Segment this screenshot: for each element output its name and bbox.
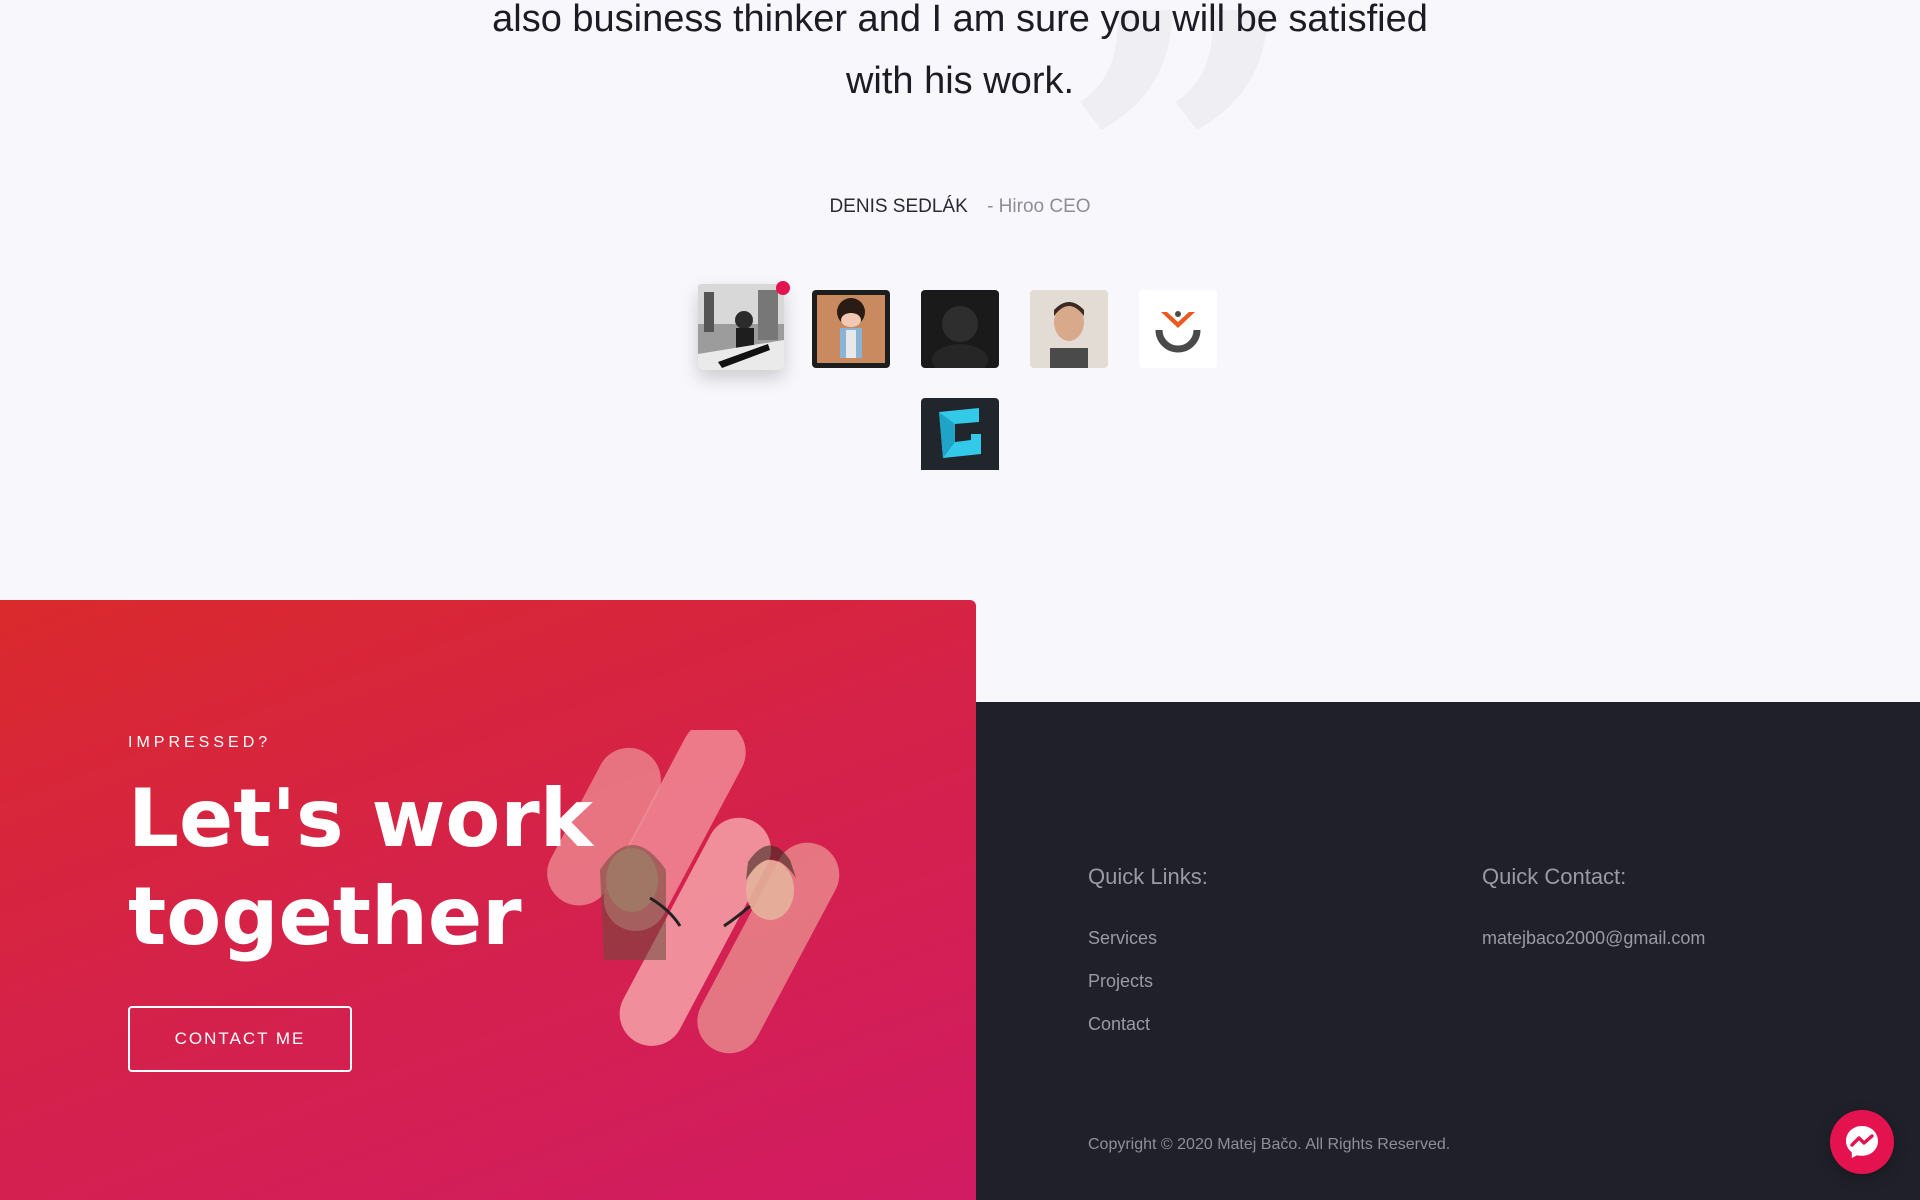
client-avatar-1[interactable] bbox=[698, 284, 784, 370]
testimonial-author: DENIS SEDLÁK - Hiroo CEO bbox=[0, 196, 1920, 218]
cta-panel: IMPRESSED? Let's work together CONTACT M… bbox=[0, 600, 976, 1200]
quote-line-1: also business thinker and I am sure you … bbox=[492, 0, 1428, 40]
footer-link-services[interactable]: Services bbox=[1088, 928, 1157, 949]
cta-eyebrow: IMPRESSED? bbox=[128, 734, 272, 751]
cta-headline-line-2: together bbox=[128, 870, 522, 963]
contact-me-button[interactable]: CONTACT ME bbox=[128, 1006, 352, 1072]
client-avatar-3[interactable] bbox=[921, 290, 999, 368]
quick-links-title: Quick Links: bbox=[1088, 864, 1208, 889]
quote-line-2: with his work. bbox=[845, 60, 1075, 102]
testimonial-quote: also business thinker and I am sure you … bbox=[0, 0, 1920, 112]
footer: Quick Links: Services Projects Contact Q… bbox=[976, 702, 1920, 1200]
messenger-chat-button[interactable] bbox=[1830, 1110, 1894, 1174]
messenger-icon bbox=[1846, 1126, 1878, 1158]
testimonial-section: ” also business thinker and I am sure yo… bbox=[0, 0, 1920, 600]
footer-link-contact[interactable]: Contact bbox=[1088, 1014, 1150, 1035]
cta-headline: Let's work together bbox=[128, 770, 688, 966]
author-role: - Hiroo CEO bbox=[987, 196, 1091, 217]
client-logo-6[interactable] bbox=[921, 398, 999, 476]
active-indicator-dot bbox=[776, 281, 790, 295]
client-avatar-4[interactable] bbox=[1030, 290, 1108, 368]
author-name: DENIS SEDLÁK bbox=[829, 196, 968, 217]
cta-headline-line-1: Let's work bbox=[128, 772, 593, 865]
footer-email-link[interactable]: matejbaco2000@gmail.com bbox=[1482, 928, 1705, 949]
quick-contact-title: Quick Contact: bbox=[1482, 864, 1627, 889]
copyright-text: Copyright © 2020 Matej Bačo. All Rights … bbox=[1088, 1136, 1451, 1153]
client-logo-5[interactable] bbox=[1139, 290, 1217, 368]
footer-link-projects[interactable]: Projects bbox=[1088, 971, 1153, 992]
client-avatar-2[interactable] bbox=[812, 290, 890, 368]
